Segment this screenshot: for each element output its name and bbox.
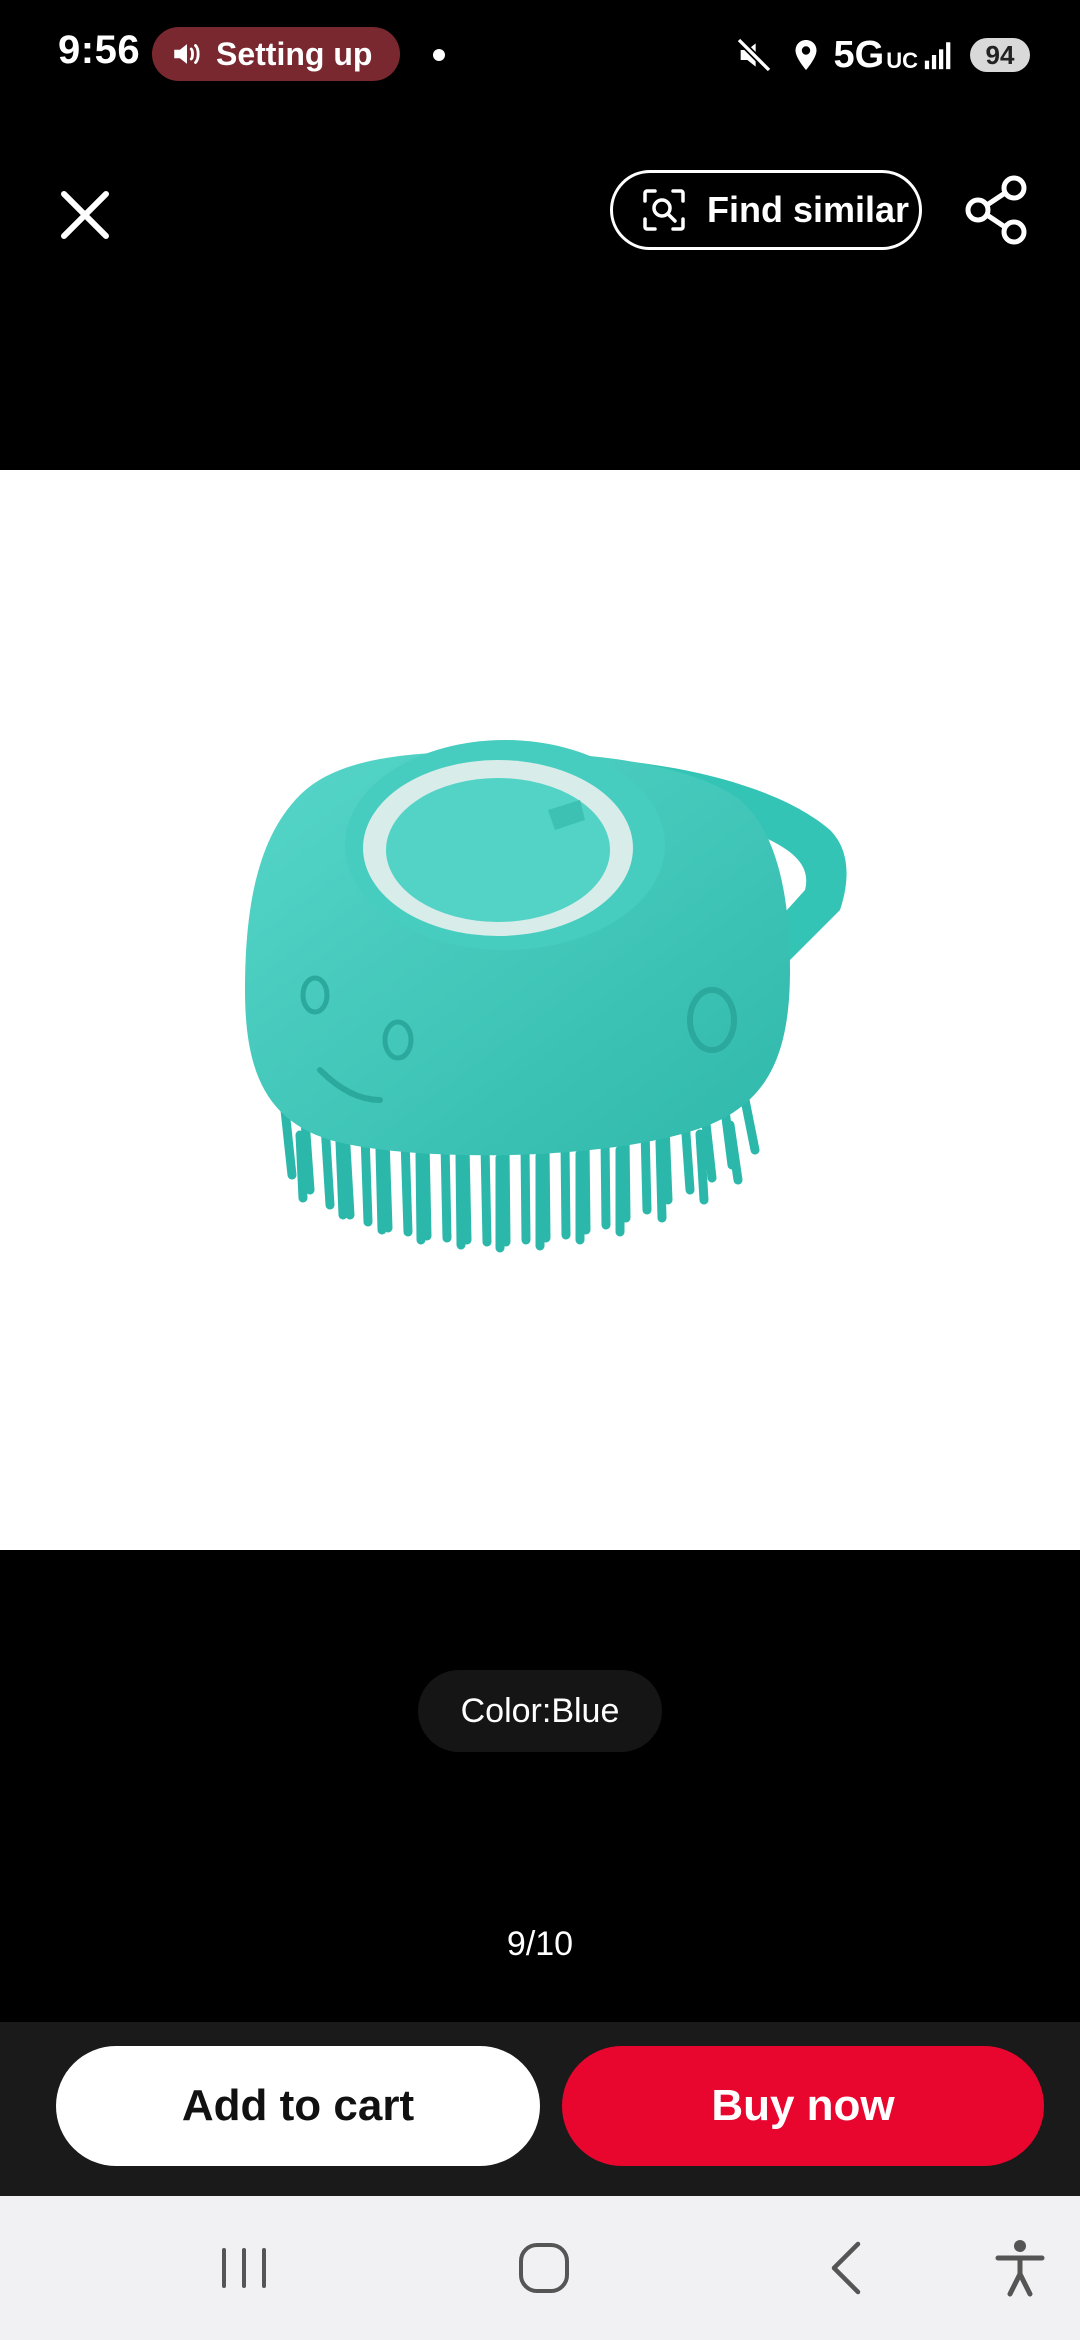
notification-dot [433, 49, 445, 61]
setting-up-pill[interactable]: Setting up [152, 27, 400, 81]
add-to-cart-button[interactable]: Add to cart [56, 2046, 540, 2166]
mute-icon [736, 37, 771, 73]
speaker-icon [174, 44, 200, 64]
top-bar: Find similar [0, 140, 1080, 270]
buy-now-button[interactable]: Buy now [562, 2046, 1044, 2166]
network-type: 5G [833, 33, 885, 76]
image-search-icon [643, 189, 685, 231]
back-icon[interactable] [808, 2238, 888, 2298]
status-icons: 5G UC 94 [734, 28, 1030, 82]
status-time: 9:56 [58, 28, 141, 72]
system-nav-bar [0, 2196, 1080, 2340]
action-bar: Add to cart Buy now [0, 2022, 1080, 2196]
image-page-counter: 9/10 [506, 1925, 574, 1963]
battery-indicator: 94 [970, 38, 1030, 72]
status-bar: 9:56 Setting up 5G UC 94 [0, 0, 1080, 110]
close-icon[interactable] [50, 180, 120, 250]
product-image[interactable] [0, 470, 1080, 1550]
accessibility-icon[interactable] [980, 2238, 1060, 2298]
recents-icon[interactable] [204, 2238, 284, 2298]
home-icon[interactable] [504, 2238, 584, 2298]
location-icon [795, 40, 817, 70]
signal-icon [924, 42, 951, 70]
silicone-brush-image [245, 740, 847, 1253]
find-similar-label: Find similar [707, 189, 910, 230]
setting-up-label: Setting up [216, 35, 373, 72]
find-similar-button[interactable]: Find similar [610, 170, 922, 250]
variant-chip[interactable]: Color:Blue [418, 1670, 662, 1752]
network-sub: UC [886, 48, 918, 73]
share-icon[interactable] [962, 170, 1032, 250]
